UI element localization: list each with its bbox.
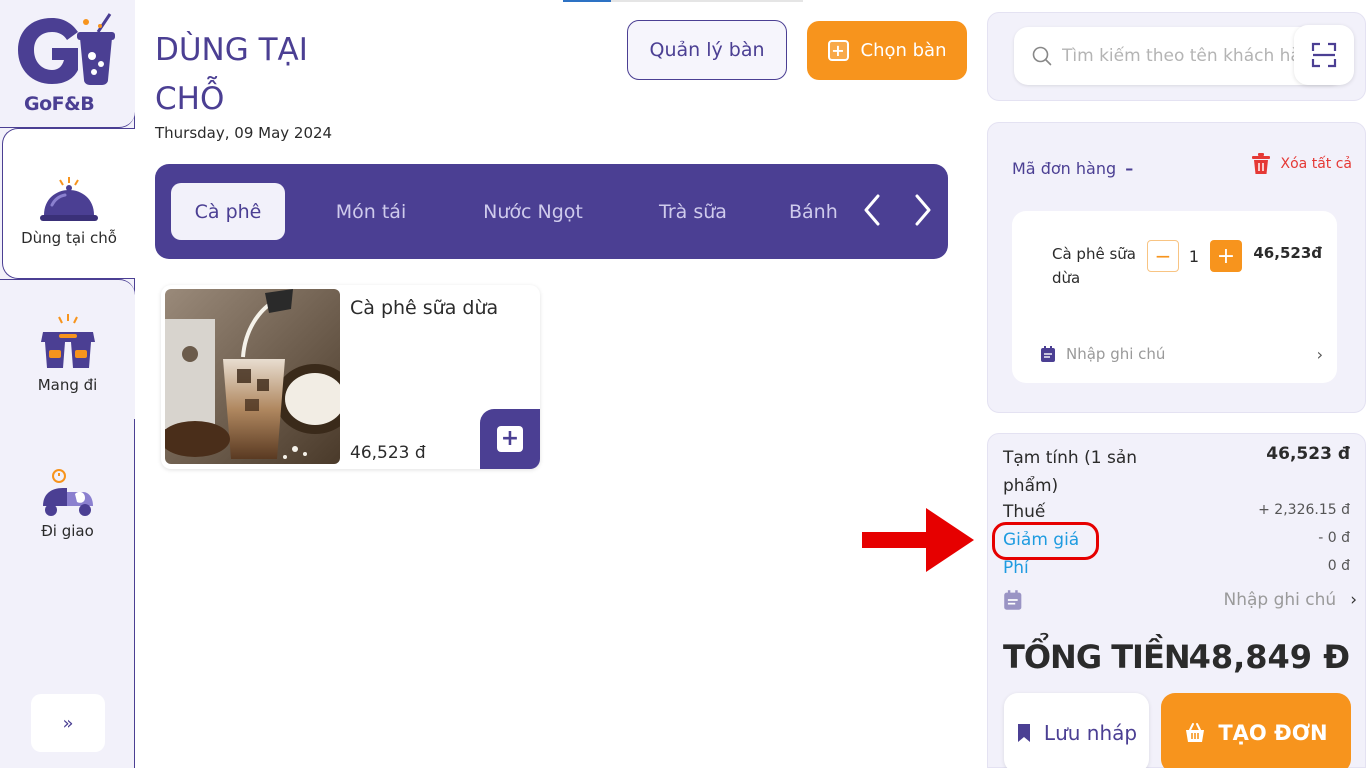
qr-scan-button[interactable] [1294,25,1354,85]
order-code: Mã đơn hàng – [1012,159,1133,178]
tax-label: Thuế [1003,502,1046,522]
scan-icon [1311,42,1337,68]
clear-all-button[interactable]: Xóa tất cả [1251,153,1352,175]
item-note-placeholder: Nhập ghi chú [1066,345,1166,363]
order-code-value: – [1125,159,1134,178]
subtotal-label: Tạm tính (1 sản phẩm) [1003,448,1138,496]
sidebar-item-label: Mang đi [37,376,98,394]
discount-value: - 0 đ [1318,530,1350,546]
manage-tables-label: Quản lý bàn [649,39,765,61]
choose-table-button[interactable]: + Chọn bàn [807,21,967,80]
item-note-input[interactable]: Nhập ghi chú [1040,345,1165,363]
note-icon [1041,346,1055,362]
total-value: 48,849 Đ [1188,638,1350,676]
sidebar-item-delivery[interactable]: Đi giao [0,466,135,566]
page-title: DÙNG TẠI CHỖ [155,32,308,117]
annotation-arrow-icon [862,508,974,572]
tab-banh[interactable]: Bánh [789,183,845,240]
search-input[interactable] [1062,46,1312,66]
delivery-scooter-icon [42,469,93,516]
chevron-right-icon[interactable]: › [1317,345,1323,364]
fee-value: 0 đ [1327,558,1350,574]
create-order-button[interactable]: TẠO ĐƠN [1161,693,1351,768]
tab-mon-tai[interactable]: Món tái [315,183,427,240]
order-panel: Mã đơn hàng – Xóa tất cả Cà phê sữa dừa … [987,122,1366,413]
tab-nuoc-ngot[interactable]: Nước Ngọt [465,183,601,240]
sidebar-item-dine-in[interactable]: Dùng tại chỗ [2,128,135,279]
order-code-label: Mã đơn hàng [1012,159,1117,178]
sidebar-item-takeaway[interactable]: Mang đi [0,279,135,419]
category-tabs: Cà phê Món tái Nước Ngọt Trà sữa Bánh [155,164,948,259]
tax-value: + 2,326.15 đ [1258,502,1350,518]
sidebar-expand-button[interactable]: » [31,694,105,752]
add-to-cart-button[interactable]: + [480,409,540,469]
gofb-logo-icon [18,13,115,85]
product-price: 46,523 đ [350,443,426,463]
chevron-left-icon[interactable] [852,190,892,230]
tab-ca-phe[interactable]: Cà phê [171,183,285,240]
customer-search-panel [987,12,1366,101]
product-image [165,289,340,464]
plus-icon: + [497,426,523,452]
order-note-placeholder: Nhập ghi chú [1223,590,1337,610]
subtotal-row: Tạm tính (1 sản phẩm) 46,523 đ [1003,444,1350,500]
takeaway-bag-icon [40,314,95,368]
save-draft-button[interactable]: Lưu nháp [1004,693,1149,768]
chevron-right-icon: › [1350,590,1357,610]
trash-icon [1251,153,1270,174]
plus-icon: + [827,40,849,61]
product-name: Cà phê sữa dừa [350,297,499,319]
annotation-highlight [992,522,1099,560]
page-date: Thursday, 09 May 2024 [155,124,333,142]
sidebar-item-label: Dùng tại chỗ [21,229,117,247]
product-card[interactable]: Cà phê sữa dừa 46,523 đ + [161,285,540,469]
create-order-label: TẠO ĐƠN [1218,721,1328,745]
order-note-input[interactable]: Nhập ghi chú › [1003,589,1357,611]
quantity-value: 1 [1188,247,1200,266]
scroll-indicator [563,0,803,2]
chevron-right-icon[interactable] [903,190,943,230]
total-label: TỔNG TIỀN [1003,638,1191,676]
note-icon [1004,590,1022,610]
order-line-item: Cà phê sữa dừa − 1 + 46,523đ Nhập ghi ch… [1012,211,1337,383]
basket-icon [1186,723,1205,742]
order-item-name: Cà phê sữa dừa [1052,245,1136,287]
manage-tables-button[interactable]: Quản lý bàn [627,20,787,80]
save-draft-label: Lưu nháp [1043,721,1138,745]
brand-name: GoF&B [24,93,95,115]
fee-row: Phí 0 đ [1003,558,1350,578]
brand-logo: GoF&B [0,0,135,128]
order-item-price: 46,523đ [1253,244,1322,262]
quantity-increase-button[interactable]: + [1210,240,1242,272]
quantity-decrease-button[interactable]: − [1147,240,1179,272]
bookmark-icon [1017,724,1030,742]
subtotal-value: 46,523 đ [1266,444,1350,464]
food-cloche-icon [40,177,98,221]
order-summary-panel: Tạm tính (1 sản phẩm) 46,523 đ Thuế + 2,… [987,433,1366,768]
fee-link[interactable]: Phí [1003,558,1029,578]
tab-tra-sua[interactable]: Trà sữa [641,183,745,240]
search-icon [1032,46,1052,66]
sidebar-item-label: Đi giao [41,522,94,540]
tax-row: Thuế + 2,326.15 đ [1003,502,1350,522]
clear-all-label: Xóa tất cả [1280,156,1352,172]
pos-app: GoF&B Dùng tại chỗ Mang đi Đi giao » DÙN… [0,0,1366,768]
sidebar: GoF&B Dùng tại chỗ Mang đi Đi giao » [0,0,135,768]
choose-table-label: Chọn bàn [860,40,947,61]
